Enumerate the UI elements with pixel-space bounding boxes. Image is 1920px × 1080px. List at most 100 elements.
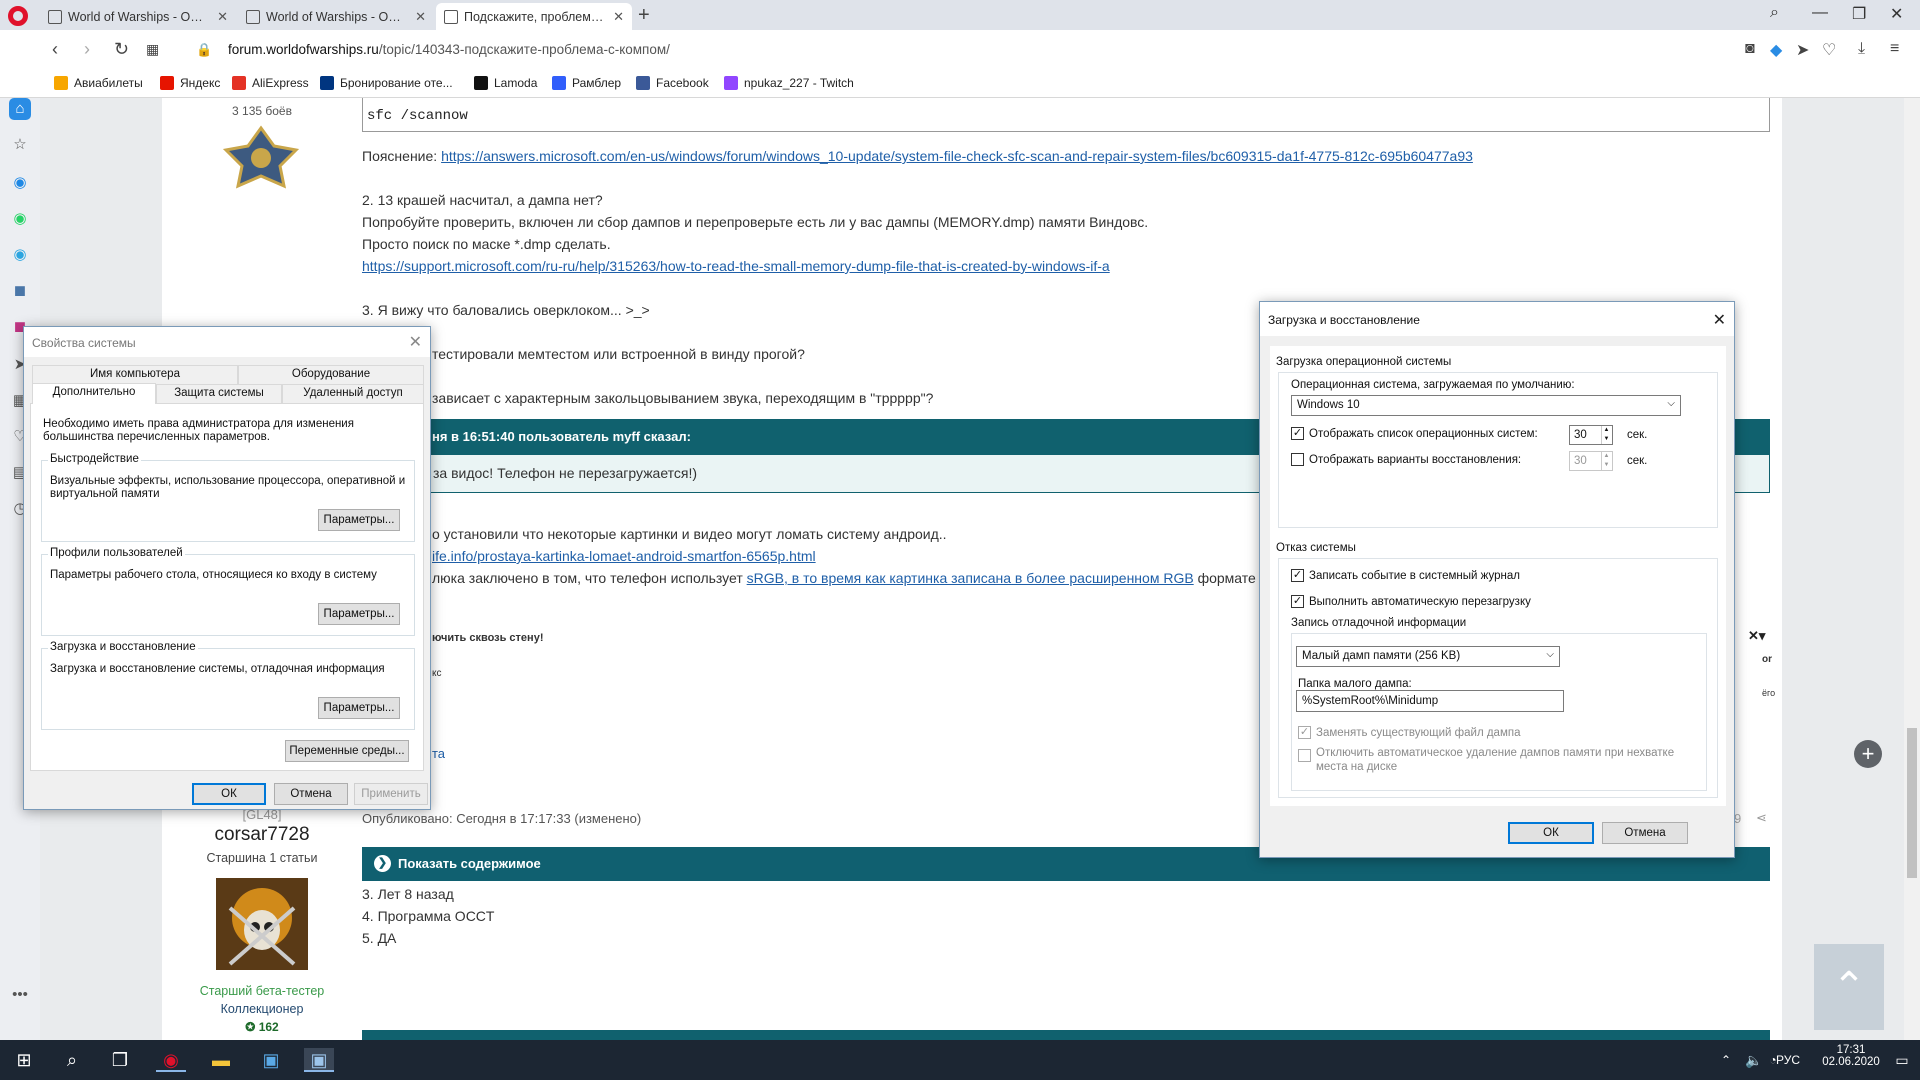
group-label: Профили пользователей	[48, 547, 185, 559]
spin-up-icon[interactable]: ▲	[1601, 452, 1611, 461]
task-view-icon[interactable]: ❐	[108, 1048, 132, 1072]
more-icon[interactable]: •••	[9, 984, 31, 1006]
tab-close-icon[interactable]: ✕	[217, 9, 228, 25]
dump-folder-input[interactable]: %SystemRoot%\Minidump	[1296, 690, 1564, 712]
send-icon[interactable]: ➤	[1796, 40, 1809, 60]
restore-icon[interactable]: ❐	[1852, 4, 1866, 24]
close-icon[interactable]: ✕	[1713, 310, 1726, 330]
profiles-settings-button[interactable]: Параметры...	[318, 603, 400, 625]
minimize-icon[interactable]: —	[1812, 4, 1828, 22]
system-properties-taskbar-icon[interactable]: ▣	[304, 1048, 334, 1072]
write-event-checkbox[interactable]: ✓ Записать событие в системный журнал	[1291, 569, 1520, 582]
page-scrollbar[interactable]	[1904, 98, 1920, 1040]
forward-icon[interactable]: ›	[84, 39, 90, 60]
easy-setup-icon[interactable]: ≡	[1890, 40, 1899, 58]
post-paragraph: о установили что некоторые картинки и ви…	[432, 526, 947, 542]
url-field[interactable]: forum.worldofwarships.ru/topic/140343-по…	[228, 42, 670, 57]
tab-close-icon[interactable]: ✕	[613, 9, 624, 25]
support-link[interactable]: https://support.microsoft.com/ru-ru/help…	[362, 258, 1110, 274]
show-recovery-checkbox[interactable]: Отображать варианты восстановления:	[1291, 453, 1521, 466]
performance-settings-button[interactable]: Параметры...	[318, 509, 400, 531]
bookmark-item[interactable]: Яндекс	[160, 76, 220, 90]
taskbar-clock[interactable]: 17:31 02.06.2020	[1814, 1044, 1888, 1068]
explain-link[interactable]: https://answers.microsoft.com/en-us/wind…	[441, 148, 1473, 164]
cancel-button[interactable]: Отмена	[274, 783, 348, 805]
os-list-seconds-spinner[interactable]: 30 ▲ ▼	[1569, 425, 1613, 445]
overwrite-dump-checkbox[interactable]: ✓ Заменять существующий файл дампа	[1298, 726, 1520, 739]
heart-icon[interactable]: ♡	[1822, 40, 1836, 60]
search-tabs-icon[interactable]: ⌕	[1770, 4, 1779, 22]
dump-type-select[interactable]: Малый дамп памяти (256 KB) ⌵	[1296, 646, 1560, 667]
ok-button[interactable]: ОК	[192, 783, 266, 805]
username[interactable]: corsar7728	[162, 824, 362, 846]
tab-remote-access[interactable]: Удаленный доступ	[282, 384, 424, 403]
scrollbar-thumb[interactable]	[1907, 728, 1917, 878]
home-icon[interactable]: ⌂	[9, 98, 31, 120]
speed-dial-icon[interactable]: ▦	[146, 41, 159, 58]
volume-icon[interactable]: 🔈	[1744, 1048, 1764, 1072]
close-window-icon[interactable]: ✕	[1890, 4, 1903, 24]
messenger-icon[interactable]: ◉	[9, 172, 31, 194]
cancel-button[interactable]: Отмена	[1602, 822, 1688, 844]
environment-variables-button[interactable]: Переменные среды...	[285, 740, 409, 762]
language-indicator[interactable]: РУС	[1768, 1048, 1808, 1072]
debug-info-group: Малый дамп памяти (256 KB) ⌵ Папка малог…	[1291, 633, 1707, 791]
tray-chevron-up-icon[interactable]: ⌃	[1718, 1048, 1734, 1072]
search-icon[interactable]: ⌕	[60, 1048, 84, 1072]
browser-tab-3[interactable]: Подскажите, проблема с к ✕	[436, 3, 632, 30]
signature-link[interactable]: та	[432, 746, 445, 761]
back-icon[interactable]: ‹	[52, 39, 58, 60]
bookmark-item[interactable]: Бронирование оте...	[320, 76, 453, 90]
new-tab-icon[interactable]: +	[638, 4, 650, 27]
answer-line: 4. Программа OCCT	[362, 908, 495, 924]
srgb-link[interactable]: sRGB, в то время как картинка записана в…	[747, 570, 1194, 586]
tab-advanced[interactable]: Дополнительно	[32, 383, 156, 404]
whatsapp-icon[interactable]: ◉	[9, 208, 31, 230]
tab-system-protection[interactable]: Защита системы	[156, 384, 282, 403]
bookmark-item[interactable]: Facebook	[636, 76, 709, 90]
snapshot-icon[interactable]: ◙	[1745, 40, 1755, 58]
opera-menu-icon[interactable]	[8, 6, 28, 26]
windows-start-icon[interactable]: ⊞	[12, 1048, 36, 1072]
default-os-select[interactable]: Windows 10 ⌵	[1291, 395, 1681, 416]
vpn-shield-icon[interactable]: ◆	[1770, 40, 1782, 60]
bookmark-item[interactable]: Авиабилеты	[54, 76, 143, 90]
vk-icon[interactable]: ◼	[9, 280, 31, 302]
file-explorer-icon[interactable]: ▬	[206, 1048, 236, 1072]
apply-button[interactable]: Применить	[354, 783, 428, 805]
post-paragraph: 3. Я вижу что баловались оверклоком... >…	[362, 302, 650, 318]
app-taskbar-icon[interactable]: ▣	[256, 1048, 286, 1072]
telegram-icon[interactable]: ◉	[9, 244, 31, 266]
ok-button[interactable]: ОК	[1508, 822, 1594, 844]
spin-up-icon[interactable]: ▲	[1601, 426, 1611, 435]
avatar[interactable]	[216, 878, 308, 970]
share-icon[interactable]: ⋖	[1756, 810, 1767, 826]
tab-close-icon[interactable]: ✕	[415, 9, 426, 25]
opera-taskbar-icon[interactable]: ◉	[156, 1048, 186, 1072]
checkbox-label: Записать событие в системный журнал	[1309, 569, 1520, 582]
bookmark-item[interactable]: Lamoda	[474, 76, 537, 90]
show-os-list-checkbox[interactable]: ✓ Отображать список операционных систем:	[1291, 427, 1538, 440]
notifications-icon[interactable]: ▭	[1892, 1048, 1912, 1072]
download-icon[interactable]: ⤓	[1858, 40, 1865, 58]
close-icon[interactable]: ✕	[409, 332, 422, 352]
tab-hardware[interactable]: Оборудование	[238, 365, 424, 384]
spin-down-icon[interactable]: ▼	[1601, 435, 1611, 444]
bookmark-item[interactable]: Рамблер	[552, 76, 621, 90]
bookmark-item[interactable]: npukaz_227 - Twitch	[724, 76, 854, 90]
article-link[interactable]: ife.info/prostaya-kartinka-lomaet-androi…	[432, 548, 816, 564]
disable-auto-delete-checkbox[interactable]: Отключить автоматическое удаление дампов…	[1298, 746, 1688, 774]
startup-settings-button[interactable]: Параметры...	[318, 697, 400, 719]
recovery-seconds-spinner[interactable]: 30 ▲ ▼	[1569, 451, 1613, 471]
bookmark-item[interactable]: AliExpress	[232, 76, 309, 90]
browser-tab-1[interactable]: World of Warships - Офиц ✕	[40, 3, 236, 30]
browser-tab-2[interactable]: World of Warships - Офиц ✕	[238, 3, 434, 30]
auto-restart-checkbox[interactable]: ✓ Выполнить автоматическую перезагрузку	[1291, 595, 1531, 608]
spin-down-icon[interactable]: ▼	[1601, 461, 1611, 470]
reload-icon[interactable]: ↻	[114, 39, 129, 60]
star-icon[interactable]: ☆	[9, 134, 31, 156]
scroll-to-top-button[interactable]: ⌃	[1814, 944, 1884, 1030]
add-icon[interactable]: +	[1854, 740, 1882, 768]
tab-computer-name[interactable]: Имя компьютера	[32, 365, 238, 384]
close-ad-icon[interactable]: ✕▾	[1748, 628, 1765, 644]
